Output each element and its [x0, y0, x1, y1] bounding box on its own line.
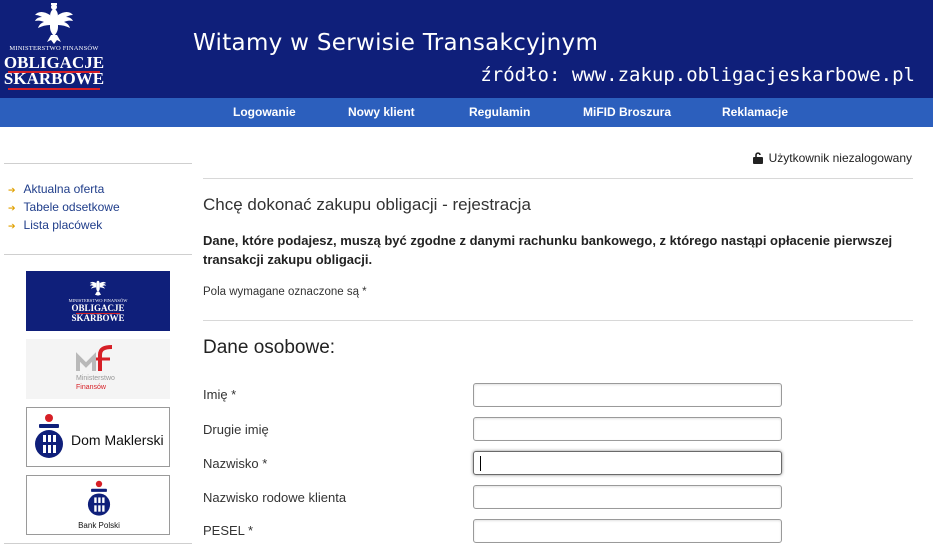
nav-mifid-broszura[interactable]: MiFID Broszura	[583, 105, 671, 119]
nazwisko-rodowe-field[interactable]	[473, 485, 782, 509]
nazwisko-field[interactable]	[473, 451, 782, 475]
section-heading: Dane osobowe:	[203, 337, 336, 358]
sidebar-divider	[4, 543, 192, 544]
unlocked-lock-icon	[752, 152, 763, 164]
label-imie: Imię *	[203, 387, 237, 402]
divider	[203, 178, 913, 179]
label-drugie-imie: Drugie imię	[203, 422, 269, 437]
user-status: Użytkownik niezalogowany	[752, 151, 912, 165]
sidebar-divider	[4, 163, 192, 164]
sidebar-divider	[4, 254, 192, 255]
logo-ministry-text: MINISTERSTWO FINANSÓW	[9, 45, 99, 52]
eagle-emblem-icon	[35, 3, 73, 44]
nav-logowanie[interactable]: Logowanie	[233, 105, 296, 119]
welcome-title: Witamy w Serwisie Transakcyjnym	[193, 30, 599, 56]
eagle-emblem-icon	[89, 280, 107, 296]
pko-logo-icon	[35, 414, 63, 458]
banner-ministerstwo-finansow[interactable]: Ministerstwo Finansów	[26, 339, 170, 399]
label-nazwisko: Nazwisko *	[203, 456, 268, 471]
drugie-imie-field[interactable]	[473, 417, 782, 441]
banner-ob-line1: OBLIGACJE	[71, 303, 125, 313]
pko-logo-icon	[87, 480, 111, 516]
mf-logo-icon	[76, 345, 113, 371]
sidebar-item-tabele-odsetkowe[interactable]: ➔ Tabele odsetkowe	[8, 200, 120, 214]
obligacje-skarbowe-logo[interactable]: MINISTERSTWO FINANSÓW OBLIGACJE SKARBOWE	[0, 0, 108, 98]
banner-bank-polski[interactable]: Bank Polski	[26, 475, 170, 535]
banner-dom-maklerski[interactable]: Dom Maklerski	[26, 407, 170, 467]
page-title: Chcę dokonać zakupu obligacji - rejestra…	[203, 195, 531, 214]
user-status-label: Użytkownik niezalogowany	[768, 151, 912, 165]
sidebar-item-label: Lista placówek	[23, 218, 103, 232]
arrow-icon: ➔	[8, 203, 16, 213]
arrow-icon: ➔	[8, 221, 16, 231]
arrow-icon: ➔	[8, 185, 16, 195]
logo-red-bar	[76, 313, 120, 314]
label-nazwisko-rodowe: Nazwisko rodowe klienta	[203, 490, 347, 505]
divider	[203, 320, 913, 321]
sidebar-item-label: Aktualna oferta	[23, 182, 105, 196]
banner-mf-line1: Ministerstwo	[76, 375, 115, 382]
logo-red-bar	[8, 88, 100, 90]
site-header: MINISTERSTWO FINANSÓW OBLIGACJE SKARBOWE…	[0, 0, 933, 98]
banner-bp-label: Bank Polski	[78, 521, 120, 530]
sidebar-item-lista-placowek[interactable]: ➔ Lista placówek	[8, 218, 102, 232]
imie-field[interactable]	[473, 383, 782, 407]
nav-reklamacje[interactable]: Reklamacje	[722, 105, 788, 119]
main-nav: Logowanie Nowy klient Regulamin MiFID Br…	[0, 98, 933, 127]
nav-nowy-klient[interactable]: Nowy klient	[348, 105, 415, 119]
banner-dm-label: Dom Maklerski	[71, 432, 164, 448]
banner-mf-line2: Finansów	[76, 384, 106, 391]
sidebar-item-label: Tabele odsetkowe	[23, 200, 120, 214]
pesel-field[interactable]	[473, 519, 782, 543]
sidebar-item-aktualna-oferta[interactable]: ➔ Aktualna oferta	[8, 182, 104, 196]
required-note: Pola wymagane oznaczone są *	[203, 286, 367, 298]
data-warning: Dane, które podajesz, muszą być zgodne z…	[203, 233, 893, 267]
text-cursor	[480, 456, 481, 471]
banner-obligacje-skarbowe[interactable]: MINISTERSTWO FINANSÓW OBLIGACJE SKARBOWE	[26, 271, 170, 331]
logo-line2: SKARBOWE	[3, 69, 105, 88]
banner-ob-line2: SKARBOWE	[71, 313, 125, 323]
nav-regulamin[interactable]: Regulamin	[469, 105, 530, 119]
source-caption: źródło: www.zakup.obligacjeskarbowe.pl	[480, 64, 915, 86]
label-pesel: PESEL *	[203, 523, 254, 538]
